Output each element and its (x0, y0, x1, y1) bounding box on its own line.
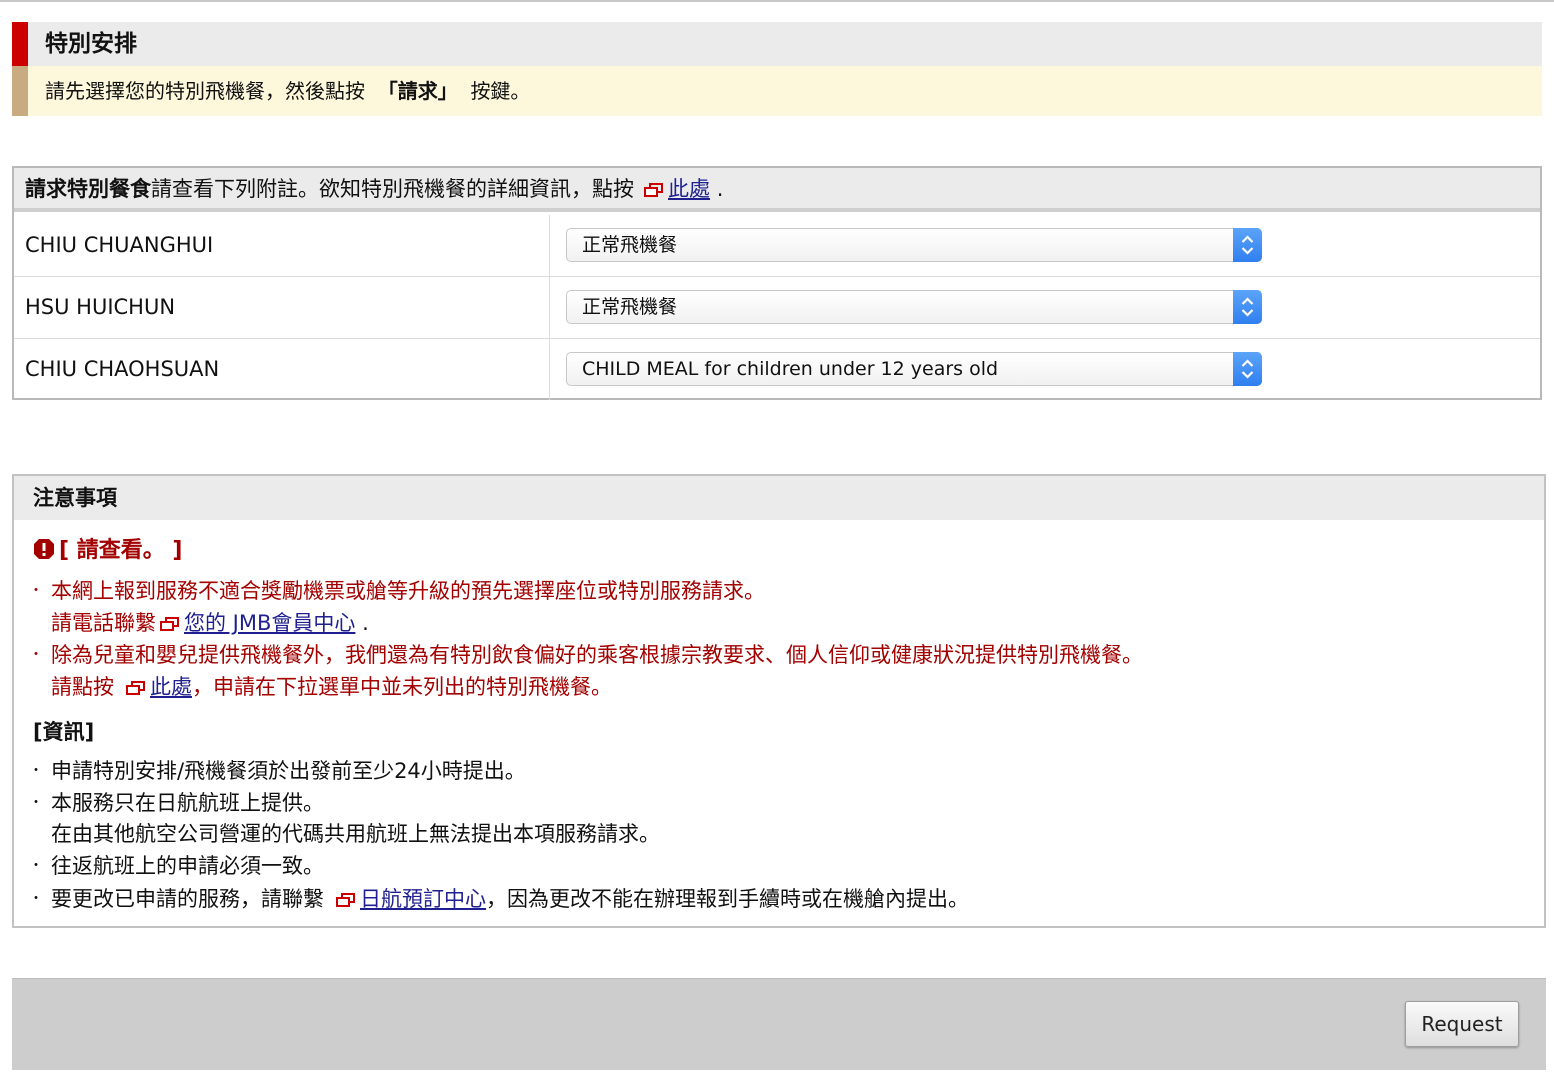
new-window-icon (160, 617, 180, 631)
exclamation-icon (33, 538, 55, 560)
new-window-icon (126, 681, 146, 695)
action-footer: Request (12, 978, 1546, 1070)
page-title: 特別安排 (45, 31, 137, 57)
meal-heading-note: 請查看下列附註。欲知特別飛機餐的詳細資訊，點按 (151, 177, 634, 201)
meal-heading-bold: 請求特別餐食 (25, 177, 151, 201)
jal-reservation-center-link[interactable]: 日航預訂中心 (360, 887, 486, 911)
updown-chevron-icon (1233, 228, 1262, 262)
alert-item-2-line2: 請點按 此處，申請在下拉選單中並未列出的特別飛機餐。 (51, 672, 612, 702)
request-button[interactable]: Request (1405, 1001, 1519, 1047)
meal-select[interactable]: CHILD MEAL for children under 12 years o… (566, 352, 1262, 386)
instruction-post: 按鍵。 (470, 79, 531, 103)
passenger-name: CHIU CHUANGHUI (25, 233, 214, 257)
passenger-row: HSU HUICHUN 正常飛機餐 (14, 277, 1540, 339)
instruction-accent-bar (12, 66, 28, 116)
passenger-row: CHIU CHAOHSUAN CHILD MEAL for children u… (14, 339, 1540, 401)
alert-item-1-line1: 本網上報到服務不適合獎勵機票或艙等升級的預先選擇座位或特別服務請求。 (51, 579, 765, 603)
info-item-4-post: ，因為更改不能在辦理報到手續時或在機艙內提出。 (486, 887, 969, 911)
info-item-2-line1: 本服務只在日航航班上提供。 (51, 791, 324, 815)
notes-heading: 注意事項 (14, 476, 1544, 520)
meal-table: 請求特別餐食請查看下列附註。欲知特別飛機餐的詳細資訊，點按 此處 . CHIU C… (12, 166, 1542, 400)
meal-info-link[interactable]: 此處 (668, 177, 710, 201)
passenger-name-cell: CHIU CHUANGHUI (14, 215, 550, 276)
meal-select-value: CHILD MEAL for children under 12 years o… (582, 358, 999, 380)
instruction-text: 請先選擇您的特別飛機餐，然後點按 「請求」 按鍵。 (45, 76, 530, 106)
alert-title-text: [ 請查看。 ] (59, 538, 183, 563)
instruction-banner: 請先選擇您的特別飛機餐，然後點按 「請求」 按鍵。 (12, 66, 1542, 116)
passenger-name: HSU HUICHUN (25, 295, 176, 319)
meal-select-value: 正常飛機餐 (582, 296, 678, 318)
info-item-4-pre: 要更改已申請的服務，請聯繫 (51, 887, 324, 911)
instruction-bold: 「請求」 (377, 79, 458, 103)
meal-select-value: 正常飛機餐 (582, 234, 678, 256)
alert-item-1-post: . (362, 611, 369, 635)
notes-panel: 注意事項 [ 請查看。 ] ・ 本網上報到服務不適合獎勵機票或艙等升級的預先選擇… (12, 474, 1546, 928)
alert-item-1-pre: 請電話聯繫 (51, 611, 156, 635)
passenger-name-cell: HSU HUICHUN (14, 277, 550, 338)
info-item-2-line2: 在由其他航空公司營運的代碼共用航班上無法提出本項服務請求。 (51, 822, 660, 846)
top-divider (0, 0, 1554, 2)
info-item-3: 往返航班上的申請必須一致。 (51, 854, 324, 878)
meal-select[interactable]: 正常飛機餐 (566, 290, 1262, 324)
meal-select[interactable]: 正常飛機餐 (566, 228, 1262, 262)
meal-table-heading: 請求特別餐食請查看下列附註。欲知特別飛機餐的詳細資訊，點按 此處 . (14, 168, 1540, 212)
updown-chevron-icon (1233, 352, 1262, 386)
passenger-row: CHIU CHUANGHUI 正常飛機餐 (14, 215, 1540, 277)
bullet-dot: ・ (29, 795, 43, 811)
bullet-dot: ・ (29, 891, 43, 907)
new-window-icon (336, 893, 356, 907)
passenger-name-cell: CHIU CHAOHSUAN (14, 339, 550, 400)
info-title: [資訊] (33, 720, 95, 744)
alert-item-2-pre: 請點按 (51, 675, 114, 699)
alert-item-1-line2: 請電話聯繫 您的 JMB會員中心 . (51, 608, 369, 638)
updown-chevron-icon (1233, 290, 1262, 324)
info-item-1: 申請特別安排/飛機餐須於出發前至少24小時提出。 (51, 759, 526, 783)
alert-item-2-post: ，申請在下拉選單中並未列出的特別飛機餐。 (192, 675, 612, 699)
notes-title: 注意事項 (33, 486, 117, 510)
meal-heading-text: 請求特別餐食請查看下列附註。欲知特別飛機餐的詳細資訊，點按 此處 . (25, 174, 723, 204)
alert-title: [ 請查看。 ] (33, 536, 182, 566)
info-item-4: 要更改已申請的服務，請聯繫 日航預訂中心，因為更改不能在辦理報到手續時或在機艙內提… (51, 884, 969, 914)
bullet-dot: ・ (29, 858, 43, 874)
jmb-member-center-link[interactable]: 您的 JMB會員中心 (184, 611, 355, 635)
bullet-dot: ・ (29, 647, 43, 663)
bullet-dot: ・ (29, 763, 43, 779)
header-accent-bar (12, 22, 28, 66)
bullet-dot: ・ (29, 583, 43, 599)
special-meal-link[interactable]: 此處 (150, 675, 192, 699)
new-window-icon (644, 183, 664, 197)
instruction-pre: 請先選擇您的特別飛機餐，然後點按 (45, 79, 365, 103)
meal-heading-end: . (716, 177, 724, 201)
passenger-name: CHIU CHAOHSUAN (25, 357, 220, 381)
alert-item-2-line1: 除為兒童和嬰兒提供飛機餐外，我們還為有特別飲食偏好的乘客根據宗教要求、個人信仰或… (51, 643, 1143, 667)
section-header: 特別安排 (12, 22, 1542, 66)
